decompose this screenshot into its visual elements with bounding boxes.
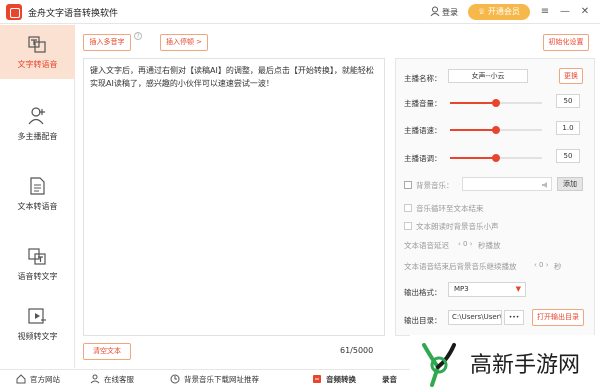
bgm-label: 背景音乐：: [416, 181, 454, 190]
lower-volume-checkbox[interactable]: [404, 222, 412, 230]
sidebar-item-video-to-text[interactable]: 视频转文字: [0, 297, 75, 351]
bgm-checkbox[interactable]: [404, 181, 412, 189]
pitch-input[interactable]: 50: [556, 149, 580, 163]
browse-dir-button[interactable]: •••: [504, 310, 524, 325]
change-anchor-button[interactable]: 更换: [559, 68, 583, 84]
app-title: 金舟文字语音转换软件: [28, 9, 119, 19]
bgm-path-field[interactable]: [462, 177, 552, 191]
login-link[interactable]: 登录: [442, 7, 458, 18]
home-icon: [16, 374, 26, 384]
volume-slider-knob[interactable]: [492, 99, 500, 107]
watermark: 高新手游网: [410, 335, 600, 388]
speed-slider-knob[interactable]: [492, 126, 500, 134]
open-output-dir-button[interactable]: 打开输出目录: [532, 309, 584, 326]
delay-value: 0: [463, 240, 468, 248]
pitch-slider-fill: [450, 157, 496, 159]
watermark-text: 高新手游网: [470, 353, 581, 378]
chevron-down-icon: ▼: [515, 285, 521, 293]
sidebar-item-multi-anchor[interactable]: 多主播配音: [0, 97, 75, 151]
sidebar-item-label: 文本转语音: [17, 202, 58, 211]
output-dir-label: 输出目录：: [404, 316, 442, 325]
sidebar-item-label: 文字转语音: [17, 60, 58, 69]
lower-volume-label: 文本朗读时背景音乐小声: [416, 222, 499, 231]
char-count: 61/5000: [340, 346, 374, 355]
add-bgm-button[interactable]: 添加: [557, 177, 583, 191]
continue-value: 0: [539, 261, 544, 269]
speech-to-text-icon: [28, 248, 46, 265]
sidebar-item-text-to-speech[interactable]: 文字转语音: [0, 25, 75, 79]
loop-checkbox[interactable]: [404, 204, 412, 212]
audio-convert-icon: [313, 375, 321, 383]
close-icon[interactable]: ✕: [578, 5, 592, 19]
output-dir-field[interactable]: C:\Users\User\: [448, 310, 502, 325]
speed-slider[interactable]: [450, 126, 542, 134]
anchor-name-label: 主播名称：: [404, 74, 442, 83]
speed-label: 主播语速：: [404, 126, 442, 135]
user-icon[interactable]: [430, 6, 440, 17]
online-service-link[interactable]: 在线客服: [104, 374, 134, 385]
delay-label: 文本语音延迟: [404, 241, 449, 250]
init-settings-button[interactable]: 初始化设置: [543, 34, 589, 51]
vip-label: 开通会员: [487, 7, 520, 16]
sidebar-item-label: 视频转文字: [17, 332, 58, 341]
vip-icon: ♕: [478, 7, 488, 16]
text-to-speech-icon: [28, 36, 46, 53]
audio-convert-link[interactable]: 音频转换: [326, 374, 356, 385]
sidebar-item-speech-to-text[interactable]: 语音转文字: [0, 237, 75, 291]
sidebar-item-label: 多主播配音: [17, 132, 58, 141]
volume-input[interactable]: 50: [556, 94, 580, 108]
video-to-text-icon: [28, 308, 46, 324]
continue-label: 文本语音结束后背景音乐继续播放: [404, 262, 517, 271]
sidebar-item-label: 语音转文字: [17, 272, 58, 281]
sidebar-item-doc-to-speech[interactable]: 文本转语音: [0, 167, 75, 221]
format-select[interactable]: MP3 ▼: [448, 282, 526, 297]
clock-icon: [170, 374, 180, 384]
loop-label: 音乐循环至文本结束: [416, 204, 484, 213]
insert-pause-button[interactable]: 插入停顿 >: [160, 34, 208, 51]
app-logo-icon: [6, 4, 22, 20]
speed-input[interactable]: 1.0: [556, 121, 580, 135]
volume-slider[interactable]: [450, 99, 542, 107]
volume-label: 主播音量：: [404, 99, 442, 108]
continue-stepper[interactable]: ‹ 0 ›: [534, 261, 549, 269]
continue-unit: 秒: [554, 262, 562, 271]
anchor-name-field[interactable]: 女声--小云: [448, 69, 528, 83]
pitch-slider-knob[interactable]: [492, 154, 500, 162]
format-value: MP3: [454, 285, 469, 293]
title-bar: 金舟文字语音转换软件 登录 ♕ 开通会员 ≡ — ✕: [0, 0, 600, 24]
pitch-slider[interactable]: [450, 154, 542, 162]
user-icon: [90, 374, 100, 384]
website-link[interactable]: 官方网站: [30, 374, 60, 385]
document-icon: [30, 177, 45, 195]
record-link[interactable]: 录音: [382, 374, 397, 385]
sidebar: 文字转语音 多主播配音 文本转语音 语音转文字 视频转文字: [0, 25, 75, 368]
pitch-label: 主播语调：: [404, 154, 442, 163]
volume-icon[interactable]: [541, 181, 550, 189]
bgm-download-link[interactable]: 背景音乐下载网址推荐: [184, 374, 259, 385]
delay-stepper[interactable]: ‹ 0 ›: [458, 240, 473, 248]
volume-slider-fill: [450, 102, 496, 104]
minimize-icon[interactable]: —: [558, 5, 572, 19]
insert-polyphone-button[interactable]: 插入多音字: [83, 34, 131, 51]
help-icon[interactable]: ?: [134, 32, 142, 40]
watermark-logo-icon: [422, 343, 456, 387]
text-editor[interactable]: 键入文字后，再通过右侧对【读稿AI】的调整，最后点击【开始转换】，就能轻松实现A…: [83, 58, 385, 336]
settings-panel: 主播名称： 女声--小云 更换 主播音量： 50 主播语速： 1.0 主播语调：…: [395, 58, 595, 336]
format-label: 输出格式：: [404, 288, 442, 297]
vip-button[interactable]: ♕ 开通会员: [468, 4, 530, 20]
clear-text-button[interactable]: 清空文本: [83, 343, 131, 360]
delay-unit: 秒播放: [478, 241, 501, 250]
speed-slider-fill: [450, 129, 496, 131]
menu-icon[interactable]: ≡: [538, 5, 552, 19]
add-user-icon: [28, 107, 45, 125]
